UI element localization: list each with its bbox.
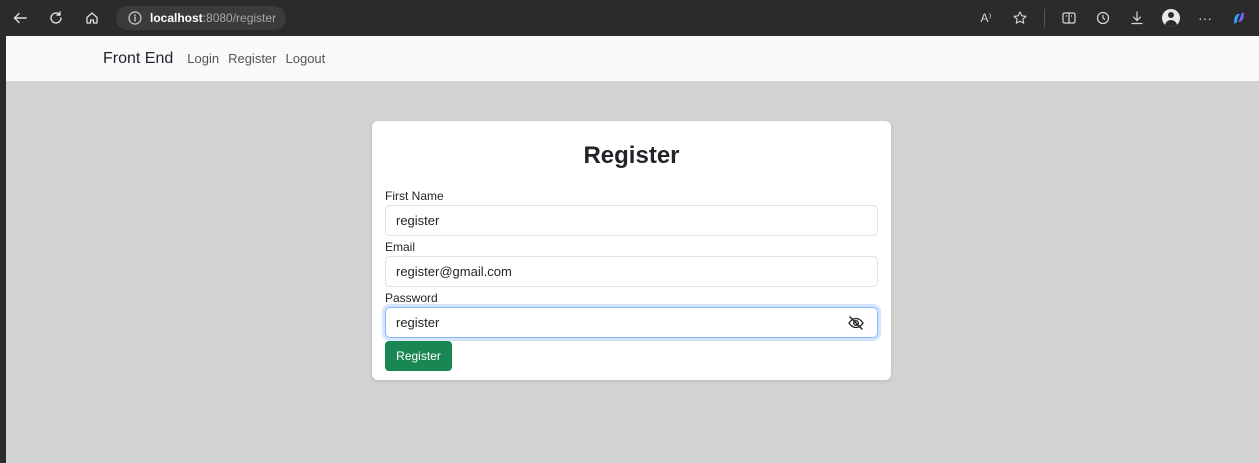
navbar-brand[interactable]: Front End xyxy=(103,50,173,68)
favorite-icon[interactable] xyxy=(1008,6,1032,30)
avatar xyxy=(1162,9,1180,27)
copilot-icon[interactable] xyxy=(1227,6,1251,30)
download-icon[interactable] xyxy=(1125,6,1149,30)
password-value: register xyxy=(396,315,440,330)
back-icon[interactable] xyxy=(6,4,34,32)
profile-icon[interactable] xyxy=(1159,6,1183,30)
email-value: register@gmail.com xyxy=(396,264,512,279)
more-glyph: ··· xyxy=(1198,10,1212,26)
info-icon[interactable] xyxy=(128,11,142,25)
address-bar[interactable]: localhost:8080/register xyxy=(116,6,286,30)
nav-link-register[interactable]: Register xyxy=(228,51,276,66)
first-name-value: register xyxy=(396,213,440,228)
history-icon[interactable] xyxy=(1091,6,1115,30)
eye-slash-icon[interactable] xyxy=(847,315,865,331)
register-button[interactable]: Register xyxy=(385,341,452,371)
address-path: :8080/register xyxy=(202,11,277,25)
read-aloud-glyph: A⁾ xyxy=(980,11,992,25)
more-icon[interactable]: ··· xyxy=(1193,6,1217,30)
home-icon[interactable] xyxy=(78,4,106,32)
first-name-label: First Name xyxy=(385,189,444,203)
browser-toolbar: localhost:8080/register A⁾ ··· xyxy=(0,0,1259,36)
refresh-icon[interactable] xyxy=(42,4,70,32)
app-navbar: Front End Login Register Logout xyxy=(6,36,1259,81)
nav-link-login[interactable]: Login xyxy=(187,51,219,66)
email-label: Email xyxy=(385,240,416,254)
first-name-input[interactable]: register xyxy=(385,205,878,236)
browser-actions: A⁾ ··· xyxy=(974,0,1251,36)
password-input[interactable]: register xyxy=(385,307,878,338)
email-input[interactable]: register@gmail.com xyxy=(385,256,878,287)
page-title: Register xyxy=(583,142,680,169)
address-host: localhost xyxy=(150,11,203,25)
split-screen-icon[interactable] xyxy=(1057,6,1081,30)
register-form: First Name register Email register@gmail… xyxy=(385,188,878,371)
page-content: Register First Name register Email regis… xyxy=(6,81,1259,463)
register-card: Register First Name register Email regis… xyxy=(372,121,891,380)
password-label: Password xyxy=(385,291,438,305)
nav-link-logout[interactable]: Logout xyxy=(286,51,326,66)
read-aloud-icon[interactable]: A⁾ xyxy=(974,6,998,30)
toolbar-separator xyxy=(1044,9,1045,27)
